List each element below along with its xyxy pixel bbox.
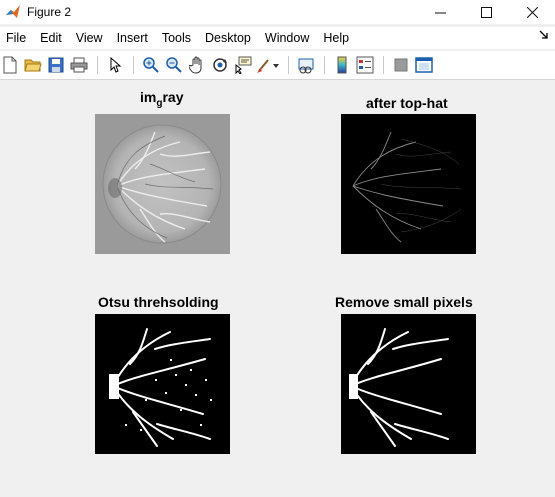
maximize-icon xyxy=(480,6,492,18)
hide-plot-tools-button[interactable] xyxy=(391,55,411,75)
rotate-3d-icon xyxy=(213,58,227,72)
axes-after-top-hat[interactable] xyxy=(341,114,476,254)
top-hat-image xyxy=(341,114,476,254)
legend-button[interactable] xyxy=(355,55,375,75)
zoom-out-icon xyxy=(166,57,182,73)
menu-tools[interactable]: Tools xyxy=(156,31,199,45)
plot-title-otsu: Otsu threhsolding xyxy=(98,294,219,310)
pointer-icon xyxy=(110,57,122,73)
menu-view[interactable]: View xyxy=(70,31,111,45)
legend-icon xyxy=(356,56,374,74)
close-button[interactable] xyxy=(509,0,555,24)
plot-title-remove-small-pixels: Remove small pixels xyxy=(335,294,473,310)
menu-help[interactable]: Help xyxy=(317,31,357,45)
toolbar xyxy=(0,51,555,80)
menu-window[interactable]: Window xyxy=(259,31,317,45)
window-title: Figure 2 xyxy=(27,5,72,19)
new-figure-button[interactable] xyxy=(0,55,20,75)
axes-im-gray[interactable] xyxy=(95,114,230,254)
menu-file[interactable]: File xyxy=(0,31,34,45)
menu-bar: File Edit View Insert Tools Desktop Wind… xyxy=(0,27,555,49)
square-icon xyxy=(394,58,408,72)
dock-arrow-icon[interactable] xyxy=(539,30,549,40)
plot-title-after-top-hat: after top-hat xyxy=(366,95,448,111)
save-icon xyxy=(48,57,64,73)
data-tip-icon xyxy=(235,56,252,74)
maximize-button[interactable] xyxy=(463,0,509,24)
zoom-in-button[interactable] xyxy=(141,55,161,75)
colorbar-button[interactable] xyxy=(332,55,352,75)
plot-title-im-gray: imgray xyxy=(140,89,183,109)
menu-edit[interactable]: Edit xyxy=(34,31,70,45)
toolbar-separator xyxy=(287,56,289,74)
cleaned-binary-image xyxy=(341,314,476,454)
matlab-icon xyxy=(6,5,20,18)
menu-desktop[interactable]: Desktop xyxy=(199,31,259,45)
toolbar-separator xyxy=(132,56,134,74)
figure-canvas: imgray after top-hat Otsu threhsolding R… xyxy=(0,80,555,497)
link-plot-icon xyxy=(298,58,314,74)
save-button[interactable] xyxy=(46,55,66,75)
select-button[interactable] xyxy=(105,55,125,75)
toolbar-separator xyxy=(96,56,98,74)
title-bar: Figure 2 xyxy=(0,0,555,24)
folder-open-icon xyxy=(24,59,42,72)
minimize-icon xyxy=(434,12,446,13)
minimize-button[interactable] xyxy=(417,0,463,24)
toolbar-separator xyxy=(323,56,325,74)
menu-insert[interactable]: Insert xyxy=(111,31,156,45)
brush-icon xyxy=(257,59,279,73)
printer-icon xyxy=(70,57,88,73)
open-file-button[interactable] xyxy=(23,55,43,75)
rotate-button[interactable] xyxy=(210,55,230,75)
pan-button[interactable] xyxy=(187,55,207,75)
title-im: im xyxy=(140,89,157,105)
show-plot-tools-button[interactable] xyxy=(414,55,434,75)
axes-otsu[interactable] xyxy=(95,314,230,454)
link-plot-button[interactable] xyxy=(296,55,316,75)
title-ray: ray xyxy=(162,89,184,105)
zoom-out-button[interactable] xyxy=(164,55,184,75)
toolbar-separator xyxy=(382,56,384,74)
data-cursor-button[interactable] xyxy=(233,55,253,75)
new-file-icon xyxy=(3,56,17,74)
brush-button[interactable] xyxy=(256,55,280,75)
axes-remove-small-pixels[interactable] xyxy=(341,314,476,454)
zoom-in-icon xyxy=(143,57,159,73)
close-icon xyxy=(526,6,538,18)
hand-icon xyxy=(189,56,202,74)
colorbar-icon xyxy=(337,56,347,74)
window-panel-icon xyxy=(415,57,433,73)
otsu-binary-image xyxy=(95,314,230,454)
print-button[interactable] xyxy=(69,55,89,75)
retina-gray-image xyxy=(95,114,230,254)
